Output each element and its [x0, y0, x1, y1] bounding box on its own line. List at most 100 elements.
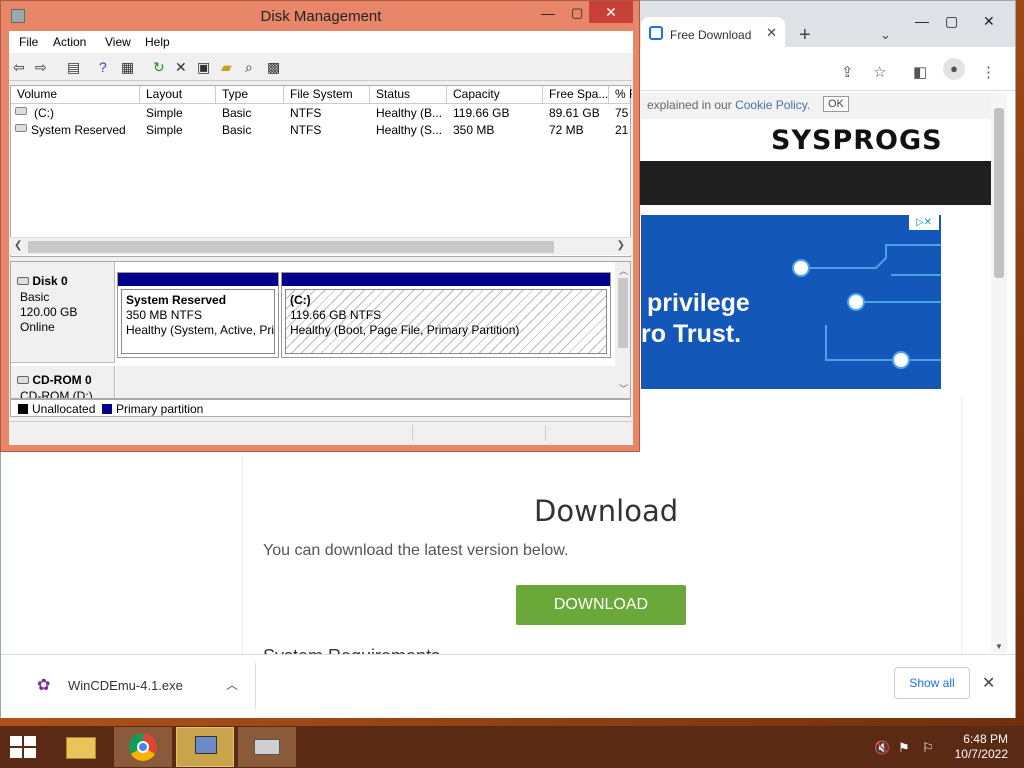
- col-layout[interactable]: Layout: [140, 86, 216, 104]
- menu-view[interactable]: View: [105, 35, 131, 49]
- profile-avatar-icon[interactable]: ●: [943, 58, 965, 80]
- open-folder-icon[interactable]: ▰: [221, 59, 232, 76]
- disk-management-taskbar-icon[interactable]: [238, 727, 296, 767]
- console-tree-icon[interactable]: ▤: [67, 59, 80, 76]
- ad-banner[interactable]: privilege ro Trust. ▷✕: [641, 215, 941, 389]
- delete-icon[interactable]: ✕: [175, 59, 187, 76]
- col-percent-free[interactable]: % F: [609, 86, 632, 104]
- menu-action[interactable]: Action: [53, 35, 86, 49]
- side-panel-icon[interactable]: ◧: [913, 63, 927, 81]
- refresh-icon[interactable]: ↻: [153, 59, 165, 76]
- chrome-icon[interactable]: [114, 727, 172, 767]
- file-icon: ✿: [37, 677, 51, 694]
- dm-menubar: File Action View Help: [9, 31, 633, 53]
- scroll-up-icon[interactable]: ︿: [619, 264, 628, 277]
- bookmark-star-icon[interactable]: ☆: [873, 63, 886, 81]
- right-divider: [961, 396, 962, 654]
- col-freespace[interactable]: Free Spa...: [543, 86, 609, 104]
- cell-freespace: 72 MB: [549, 123, 584, 137]
- tab-search-chevron-icon[interactable]: ⌄: [880, 27, 891, 43]
- scroll-right-icon[interactable]: ❯: [617, 240, 625, 251]
- col-type[interactable]: Type: [216, 86, 284, 104]
- network-icon[interactable]: ⚑: [898, 740, 910, 756]
- disk0-type: Basic: [20, 290, 50, 304]
- share-icon[interactable]: ⇪: [841, 63, 854, 81]
- forward-arrow-icon[interactable]: ⇨: [35, 59, 47, 76]
- close-window-icon[interactable]: ✕: [983, 13, 995, 30]
- cell-percent-free: 21: [615, 123, 629, 137]
- scroll-left-icon[interactable]: ❮: [14, 240, 22, 251]
- back-arrow-icon[interactable]: ⇦: [13, 59, 25, 76]
- partition-name: (C:): [290, 293, 311, 307]
- scroll-down-icon[interactable]: ▼: [995, 642, 1003, 651]
- list-hscrollbar[interactable]: ❮ ❯: [10, 237, 631, 255]
- partition-bar: [282, 273, 610, 286]
- help-icon[interactable]: ?: [99, 59, 107, 75]
- col-capacity[interactable]: Capacity: [447, 86, 543, 104]
- file-explorer-icon[interactable]: [52, 727, 110, 767]
- gscroll-thumb[interactable]: [618, 278, 628, 348]
- menu-dots-icon[interactable]: ⋮: [981, 63, 996, 81]
- page-scrollbar[interactable]: ▼: [991, 93, 1007, 653]
- status-divider: [545, 425, 546, 441]
- tab-title: Free Download: [670, 28, 752, 42]
- show-all-button[interactable]: Show all: [894, 667, 970, 699]
- cell-volume: System Reserved: [31, 123, 126, 137]
- dm-maximize-icon[interactable]: ▢: [571, 5, 583, 21]
- dm-client: File Action View Help ⇦ ⇨ ▤ ? ▦ ↻ ✕ ▣ ▰ …: [9, 31, 633, 445]
- view-icon[interactable]: ▩: [267, 59, 280, 76]
- disk0-info[interactable]: Disk 0 Basic 120.00 GB Online: [11, 262, 115, 363]
- cell-freespace: 89.61 GB: [549, 106, 600, 120]
- partition-c[interactable]: (C:) 119.66 GB NTFS Healthy (Boot, Page …: [281, 272, 611, 358]
- cell-capacity: 350 MB: [453, 123, 495, 137]
- dm-toolbar: ⇦ ⇨ ▤ ? ▦ ↻ ✕ ▣ ▰ ⌕ ▩: [9, 53, 633, 81]
- action-center-icon[interactable]: ⚐: [922, 740, 934, 756]
- partition-system-reserved[interactable]: System Reserved 350 MB NTFS Healthy (Sys…: [117, 272, 279, 358]
- ad-choices-icon[interactable]: ▷✕: [909, 215, 939, 230]
- cookie-policy-link[interactable]: Cookie Policy.: [735, 98, 810, 112]
- tab-free-download[interactable]: Free Download ✕: [641, 17, 785, 47]
- disk-graph: Disk 0 Basic 120.00 GB Online System Res…: [10, 261, 631, 399]
- download-subheading: You can download the latest version belo…: [263, 542, 569, 559]
- download-button[interactable]: DOWNLOAD: [516, 585, 686, 625]
- clock[interactable]: 6:48 PM 10/7/2022: [948, 732, 1008, 762]
- partition-status: Healthy (Boot, Page File, Primary Partit…: [290, 323, 520, 337]
- graph-vscrollbar[interactable]: ︿ ﹀: [615, 262, 630, 398]
- search-icon[interactable]: ⌕: [245, 59, 253, 76]
- col-filesystem[interactable]: File System: [284, 86, 370, 104]
- partition-name: System Reserved: [126, 293, 227, 307]
- volume-muted-icon[interactable]: 🔇: [874, 740, 890, 756]
- partition-details: (C:) 119.66 GB NTFS Healthy (Boot, Page …: [285, 289, 607, 354]
- hscroll-thumb[interactable]: [28, 241, 554, 253]
- dm-minimize-icon[interactable]: —: [541, 5, 555, 21]
- col-status[interactable]: Status: [370, 86, 447, 104]
- download-filename[interactable]: WinCDEmu-4.1.exe: [68, 678, 183, 693]
- cdrom-info[interactable]: CD-ROM 0 CD-ROM (D:): [11, 366, 115, 398]
- cdrom-label: CD-ROM 0: [17, 373, 92, 387]
- menu-help[interactable]: Help: [145, 35, 170, 49]
- legend-swatch-primary: [102, 404, 112, 414]
- chevron-up-icon[interactable]: ︿: [226, 676, 238, 693]
- start-button[interactable]: [10, 736, 38, 758]
- new-tab-button[interactable]: +: [799, 25, 811, 45]
- partition-bar: [118, 273, 278, 286]
- dm-close-icon[interactable]: ✕: [589, 1, 633, 23]
- close-shelf-icon[interactable]: ✕: [982, 673, 995, 693]
- clock-time: 6:48 PM: [963, 732, 1008, 746]
- sysprogs-logo[interactable]: SYSPROGS: [771, 125, 943, 156]
- cell-status: Healthy (S...: [376, 123, 443, 137]
- dm-titlebar[interactable]: Disk Management — ▢ ✕: [1, 1, 639, 31]
- cookie-ok-button[interactable]: OK: [823, 96, 849, 112]
- maximize-icon[interactable]: ▢: [945, 13, 958, 30]
- menu-file[interactable]: File: [19, 35, 38, 49]
- col-volume[interactable]: Volume: [11, 86, 140, 104]
- control-panel-icon[interactable]: [176, 727, 234, 767]
- tab-close-icon[interactable]: ✕: [766, 25, 777, 41]
- minimize-icon[interactable]: —: [915, 13, 929, 29]
- cell-volume: (C:): [34, 106, 54, 120]
- properties-icon[interactable]: ▦: [121, 59, 134, 76]
- scroll-down-icon[interactable]: ﹀: [619, 382, 628, 395]
- check-icon[interactable]: ▣: [197, 59, 210, 76]
- cell-type: Basic: [222, 106, 252, 120]
- scroll-thumb[interactable]: [994, 108, 1004, 278]
